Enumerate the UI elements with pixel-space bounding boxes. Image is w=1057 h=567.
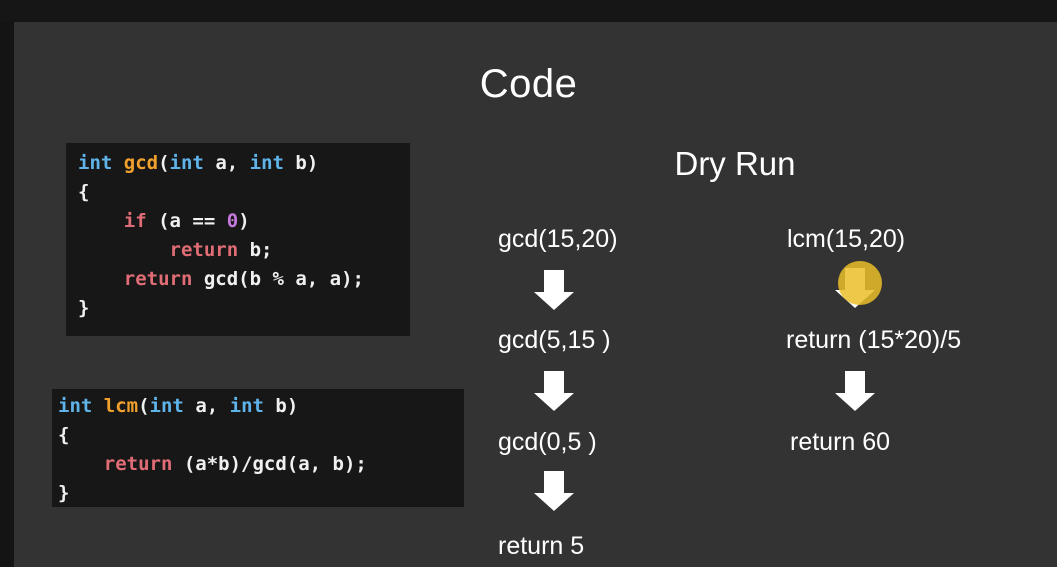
gcd-code-line: return b; <box>78 236 410 265</box>
lcm-code-block: int lcm(int a, int b){ return (a*b)/gcd(… <box>52 389 464 507</box>
gcd-code-line: return gcd(b % a, a); <box>78 265 410 294</box>
gcd-step-2: gcd(5,15 ) <box>498 326 611 354</box>
lcm-step-2: return (15*20)/5 <box>786 326 962 354</box>
code-token: return <box>103 453 173 475</box>
code-token: return <box>123 268 193 290</box>
gcd-step-1: gcd(15,20) <box>498 225 618 253</box>
code-token: } <box>58 482 70 504</box>
slide-title: Code <box>479 62 578 106</box>
code-token: (a*b)/gcd(a, b); <box>172 453 367 475</box>
code-token: } <box>78 297 90 319</box>
cursor-highlight-icon <box>838 261 882 305</box>
lcm-code-line: return (a*b)/gcd(a, b); <box>58 450 464 479</box>
gcd-step-3: gcd(0,5 ) <box>498 428 597 456</box>
code-token: a, <box>203 152 250 174</box>
code-token: (a == <box>146 210 227 232</box>
down-arrow-icon <box>534 471 574 511</box>
gcd-step-4: return 5 <box>498 532 585 560</box>
code-token: { <box>58 424 70 446</box>
gcd-code-line: { <box>78 178 410 207</box>
code-token: ) <box>238 210 250 232</box>
code-token: b; <box>238 239 273 261</box>
lcm-code-line: { <box>58 421 464 450</box>
down-arrow-icon <box>534 270 574 310</box>
code-token: int <box>78 152 124 174</box>
code-token: if <box>123 210 147 232</box>
gcd-code-line: if (a == 0) <box>78 207 410 236</box>
down-arrow-icon <box>835 371 875 411</box>
dry-run-heading: Dry Run <box>674 145 796 182</box>
gcd-code-line: int gcd(int a, int b) <box>78 149 410 178</box>
code-token: int <box>58 395 104 417</box>
code-token: int <box>169 152 204 174</box>
code-token: { <box>78 181 90 203</box>
code-token: b) <box>263 395 299 417</box>
code-token: lcm <box>103 395 139 417</box>
code-token: return <box>169 239 239 261</box>
code-token: int <box>249 152 284 174</box>
gcd-code-block: int gcd(int a, int b){ if (a == 0) retur… <box>66 143 410 336</box>
code-token: gcd(b % a, a); <box>192 268 364 290</box>
code-token: int <box>149 395 184 417</box>
down-arrow-icon <box>534 371 574 411</box>
code-token: 0 <box>226 210 239 232</box>
lcm-code-line: } <box>58 479 464 508</box>
code-token: int <box>229 395 264 417</box>
code-token: a, <box>183 395 230 417</box>
code-token: ( <box>138 395 150 417</box>
gcd-code-line: } <box>78 294 410 323</box>
top-bar <box>0 0 1057 22</box>
code-token: gcd <box>123 152 159 174</box>
lcm-code-line: int lcm(int a, int b) <box>58 392 464 421</box>
code-token: b) <box>283 152 319 174</box>
lcm-step-3: return 60 <box>790 428 891 456</box>
code-token: ( <box>158 152 170 174</box>
lcm-step-1: lcm(15,20) <box>787 225 906 253</box>
